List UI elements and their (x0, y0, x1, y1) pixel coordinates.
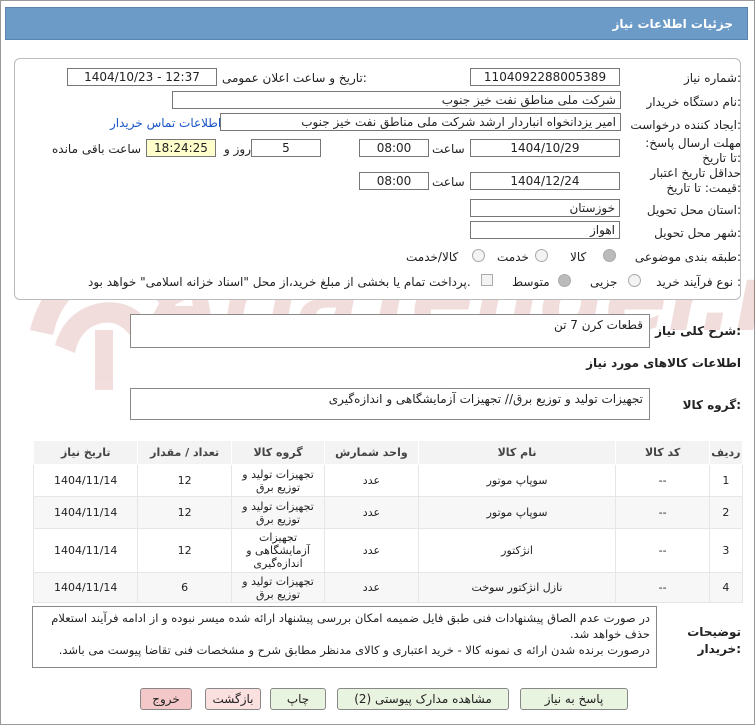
remaining-time-field: 18:24:25 (146, 139, 216, 157)
process-label: نوع فرآیند خرید : (656, 275, 741, 289)
print-button[interactable]: چاپ (270, 688, 326, 710)
process-radio-minor[interactable] (628, 274, 641, 287)
category-radio-goods[interactable] (603, 249, 616, 262)
cell-code: -- (615, 496, 710, 529)
goods-info-title: اطلاعات کالاهای مورد نیاز (586, 356, 741, 370)
cell-unit: عدد (324, 464, 419, 497)
category-option-goods-service: کالا/خدمت (406, 250, 459, 264)
cell-unit: عدد (324, 572, 419, 603)
col-header-unit: واحد شمارش (324, 440, 419, 465)
cell-name: نازل انژکتور سوخت (417, 572, 617, 603)
category-option-service: خدمت (497, 250, 529, 264)
col-header-code: کد کالا (615, 440, 710, 465)
group-label: گروه کالا: (682, 398, 741, 412)
cell-row-num: 1 (708, 464, 744, 497)
cell-name: سوپاپ موتور (417, 464, 617, 497)
cell-name: سوپاپ موتور (417, 496, 617, 529)
col-header-qty: تعداد / مقدار (137, 440, 232, 465)
notes-line-2: درصورت برنده شدن ارائه ی نمونه کالا - خر… (58, 643, 650, 657)
province-label: استان محل تحویل: (646, 203, 741, 217)
cell-qty: 6 (137, 572, 232, 603)
category-radio-goods-service[interactable] (472, 249, 485, 262)
cell-group: تجهیزات آزمایشگاهی و اندازه‌گیری (230, 528, 326, 573)
category-option-goods: کالا (570, 250, 587, 264)
notes-label: توضیحات خریدار: (687, 625, 741, 656)
summary-field: قطعات کرن 7 تن (130, 314, 650, 348)
validity-time-label: ساعت (432, 175, 465, 189)
validity-date-field: 1404/12/24 (470, 172, 620, 190)
category-radio-service[interactable] (535, 249, 548, 262)
cell-row-num: 3 (708, 528, 744, 573)
need-number-field: 1104092288005389 (470, 68, 620, 86)
cell-qty: 12 (137, 464, 232, 497)
col-header-row-num: ردیف (708, 440, 744, 465)
validity-time-field: 08:00 (359, 172, 429, 190)
cell-unit: عدد (324, 528, 419, 573)
table-row: 1 -- سوپاپ موتور عدد تجهیزات تولید و توز… (32, 464, 744, 497)
cell-code: -- (615, 528, 710, 573)
header-bar: جزئیات اطلاعات نیاز (5, 7, 748, 40)
validity-label: حداقل تاریخ اعتبار قیمت: تا تاریخ: (650, 166, 741, 195)
reply-date-field: 1404/10/29 (470, 139, 620, 157)
col-header-group: گروه کالا (230, 440, 326, 465)
cell-group: تجهیزات تولید و توزیع برق (230, 572, 326, 603)
days-field: 5 (251, 139, 321, 157)
need-number-label: شماره نیاز: (683, 71, 741, 85)
cell-qty: 12 (137, 496, 232, 529)
notes-line-1: در صورت عدم الصاق پیشنهادات فنی طبق فایل… (51, 611, 650, 641)
cell-row-num: 4 (708, 572, 744, 603)
reply-deadline-label: مهلت ارسال پاسخ: تا تاریخ: (645, 136, 741, 165)
category-label: طبقه بندی موضوعی: (634, 250, 741, 264)
days-label: روز و (224, 142, 251, 156)
cell-unit: عدد (324, 496, 419, 529)
city-label: شهر محل تحویل: (654, 226, 741, 240)
creator-field: امیر یزدانخواه انباردار ارشد شرکت ملی من… (220, 113, 621, 131)
cell-qty: 12 (137, 528, 232, 573)
col-header-name: نام کالا (417, 440, 617, 465)
province-field: خوزستان (470, 199, 620, 217)
cell-date: 1404/11/14 (32, 528, 139, 573)
cell-date: 1404/11/14 (32, 496, 139, 529)
page-title: جزئیات اطلاعات نیاز (612, 17, 733, 31)
summary-label: شرح کلی نیاز: (655, 324, 741, 338)
cell-date: 1404/11/14 (32, 464, 139, 497)
exit-button[interactable]: خروج (140, 688, 192, 710)
buyer-org-label: نام دستگاه خریدار: (646, 95, 742, 109)
process-option-minor: جزیی (590, 275, 618, 289)
cell-date: 1404/11/14 (32, 572, 139, 603)
notes-field: در صورت عدم الصاق پیشنهادات فنی طبق فایل… (32, 606, 657, 668)
treasury-note: پرداخت تمام یا بخشی از مبلغ خرید،از محل … (88, 275, 471, 289)
city-field: اهواز (470, 221, 620, 239)
process-option-medium: متوسط (512, 275, 550, 289)
creator-label: ایجاد کننده درخواست: (630, 118, 741, 132)
table-row: 3 -- انژکتور عدد تجهیزات آزمایشگاهی و ان… (32, 528, 744, 573)
table-row: 2 -- سوپاپ موتور عدد تجهیزات تولید و توز… (32, 496, 744, 529)
table-row: 4 -- نازل انژکتور سوخت عدد تجهیزات تولید… (32, 572, 744, 603)
attachments-button[interactable]: مشاهده مدارک پیوستی (2) (337, 688, 509, 710)
treasury-checkbox[interactable] (481, 274, 493, 286)
reply-time-label: ساعت (432, 142, 465, 156)
cell-group: تجهیزات تولید و توزیع برق (230, 496, 326, 529)
cell-code: -- (615, 572, 710, 603)
cell-name: انژکتور (417, 528, 617, 573)
group-field: تجهیزات تولید و توزیع برق// تجهیزات آزما… (130, 388, 650, 420)
cell-group: تجهیزات تولید و توزیع برق (230, 464, 326, 497)
back-button[interactable]: بازگشت (205, 688, 261, 710)
items-table: ردیف کد کالا نام کالا واحد شمارش گروه کا… (32, 440, 744, 603)
announce-label: تاریخ و ساعت اعلان عمومی: (222, 71, 367, 85)
reply-button[interactable]: پاسخ به نیاز (520, 688, 628, 710)
col-header-date: تاریخ نیاز (32, 440, 139, 465)
announce-field: 1404/10/23 - 12:37 (67, 68, 217, 86)
table-header-row: ردیف کد کالا نام کالا واحد شمارش گروه کا… (32, 440, 744, 465)
contact-buyer-link[interactable]: اطلاعات تماس خریدار (110, 116, 221, 130)
remaining-label: ساعت باقی مانده (52, 142, 142, 156)
reply-time-field: 08:00 (359, 139, 429, 157)
process-radio-medium[interactable] (558, 274, 571, 287)
cell-code: -- (615, 464, 710, 497)
cell-row-num: 2 (708, 496, 744, 529)
buyer-org-field: شرکت ملی مناطق نفت خیز جنوب (172, 91, 621, 109)
